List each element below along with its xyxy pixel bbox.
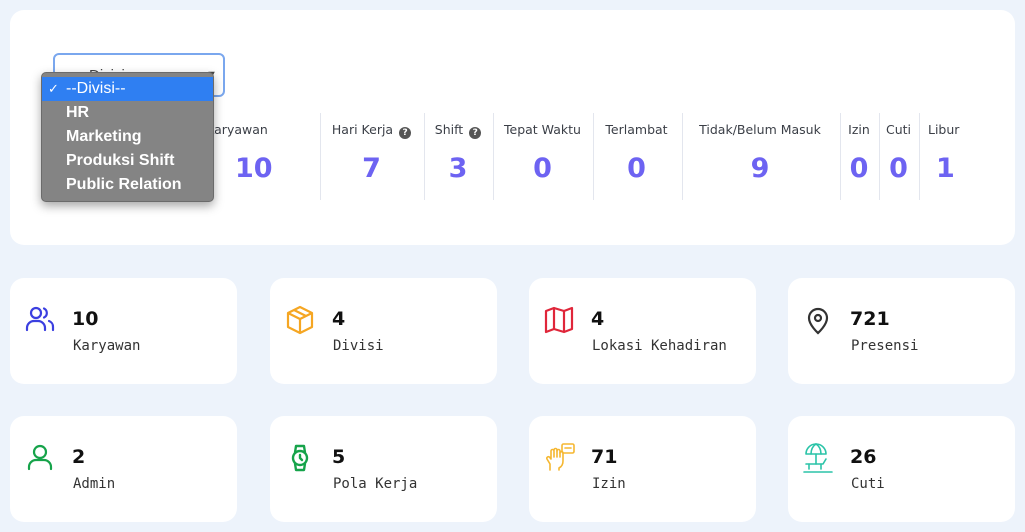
stat-value: 0 — [889, 153, 908, 184]
stat-libur: Libur 1 — [919, 113, 971, 200]
stat-label: Izin — [848, 122, 870, 137]
stat-label: Hari Kerja ? — [321, 122, 422, 139]
dropdown-option[interactable]: Public Relation — [42, 173, 213, 197]
watch-icon — [291, 444, 309, 472]
stat-value: 9 — [750, 153, 770, 184]
card-lokasi-kehadiran[interactable]: 4 Lokasi Kehadiran — [529, 278, 756, 384]
card-label: Izin — [592, 476, 626, 492]
stat-value: 0 — [533, 153, 552, 184]
stat-value: 3 — [448, 153, 468, 184]
divisi-dropdown-menu: ✓ --Divisi-- HR Marketing Produksi Shift… — [41, 72, 214, 202]
stat-tidak-belum-masuk: Tidak/Belum Masuk 9 — [682, 113, 837, 200]
stat-label: Terlambat — [605, 122, 668, 137]
card-divisi[interactable]: 4 Divisi — [270, 278, 497, 384]
users-icon — [25, 306, 55, 332]
help-icon[interactable]: ? — [399, 127, 412, 139]
stat-value: 7 — [362, 153, 381, 184]
card-value: 5 — [332, 446, 346, 468]
stat-label: Cuti — [885, 122, 912, 137]
user-icon — [27, 444, 53, 471]
card-label: Pola Kerja — [333, 476, 418, 492]
card-karyawan[interactable]: 10 Karyawan — [10, 278, 237, 384]
stat-value: 0 — [849, 153, 869, 184]
stat-value: 10 — [235, 153, 273, 184]
stat-label: Tepat Waktu — [504, 122, 581, 137]
map-pin-icon — [807, 307, 829, 335]
card-cuti[interactable]: 26 Cuti — [788, 416, 1015, 522]
check-icon: ✓ — [48, 81, 59, 96]
help-icon[interactable]: ? — [469, 127, 482, 139]
stat-cuti: Cuti 0 — [879, 113, 917, 200]
card-value: 721 — [850, 308, 890, 330]
card-izin[interactable]: 71 Izin — [529, 416, 756, 522]
stat-value: 1 — [936, 153, 955, 184]
beach-icon — [803, 443, 833, 473]
box-icon — [286, 305, 314, 335]
dropdown-option[interactable]: ✓ --Divisi-- — [42, 77, 213, 101]
card-value: 10 — [72, 308, 99, 330]
card-label: Admin — [73, 476, 116, 492]
stat-shift: Shift ? 3 — [424, 113, 491, 200]
card-label: Cuti — [851, 476, 885, 492]
card-value: 4 — [332, 308, 346, 330]
stat-tepat-waktu: Tepat Waktu 0 — [493, 113, 591, 200]
stat-label: Shift ? — [425, 122, 491, 139]
dropdown-option[interactable]: HR — [42, 101, 213, 125]
card-presensi[interactable]: 721 Presensi — [788, 278, 1015, 384]
stat-terlambat: Terlambat 0 — [593, 113, 679, 200]
card-label: Karyawan — [73, 338, 141, 354]
dropdown-option[interactable]: Marketing — [42, 125, 213, 149]
card-label: Divisi — [333, 338, 384, 354]
card-value: 26 — [850, 446, 877, 468]
stat-total-karyawan: Total Karyawan 10 — [173, 113, 317, 200]
card-admin[interactable]: 2 Admin — [10, 416, 237, 522]
map-icon — [544, 306, 574, 334]
stat-value: 0 — [627, 153, 646, 184]
hand-message-icon — [546, 443, 575, 471]
card-pola-kerja[interactable]: 5 Pola Kerja — [270, 416, 497, 522]
card-label: Lokasi Kehadiran — [592, 338, 727, 354]
stat-label: Libur — [928, 122, 960, 137]
card-value: 71 — [591, 446, 618, 468]
stat-hari-kerja: Hari Kerja ? 7 — [320, 113, 422, 200]
card-value: 4 — [591, 308, 605, 330]
card-value: 2 — [72, 446, 86, 468]
stat-izin: Izin 0 — [840, 113, 877, 200]
dropdown-option[interactable]: Produksi Shift — [42, 149, 213, 173]
stat-label: Tidak/Belum Masuk — [699, 122, 821, 137]
card-label: Presensi — [851, 338, 919, 354]
